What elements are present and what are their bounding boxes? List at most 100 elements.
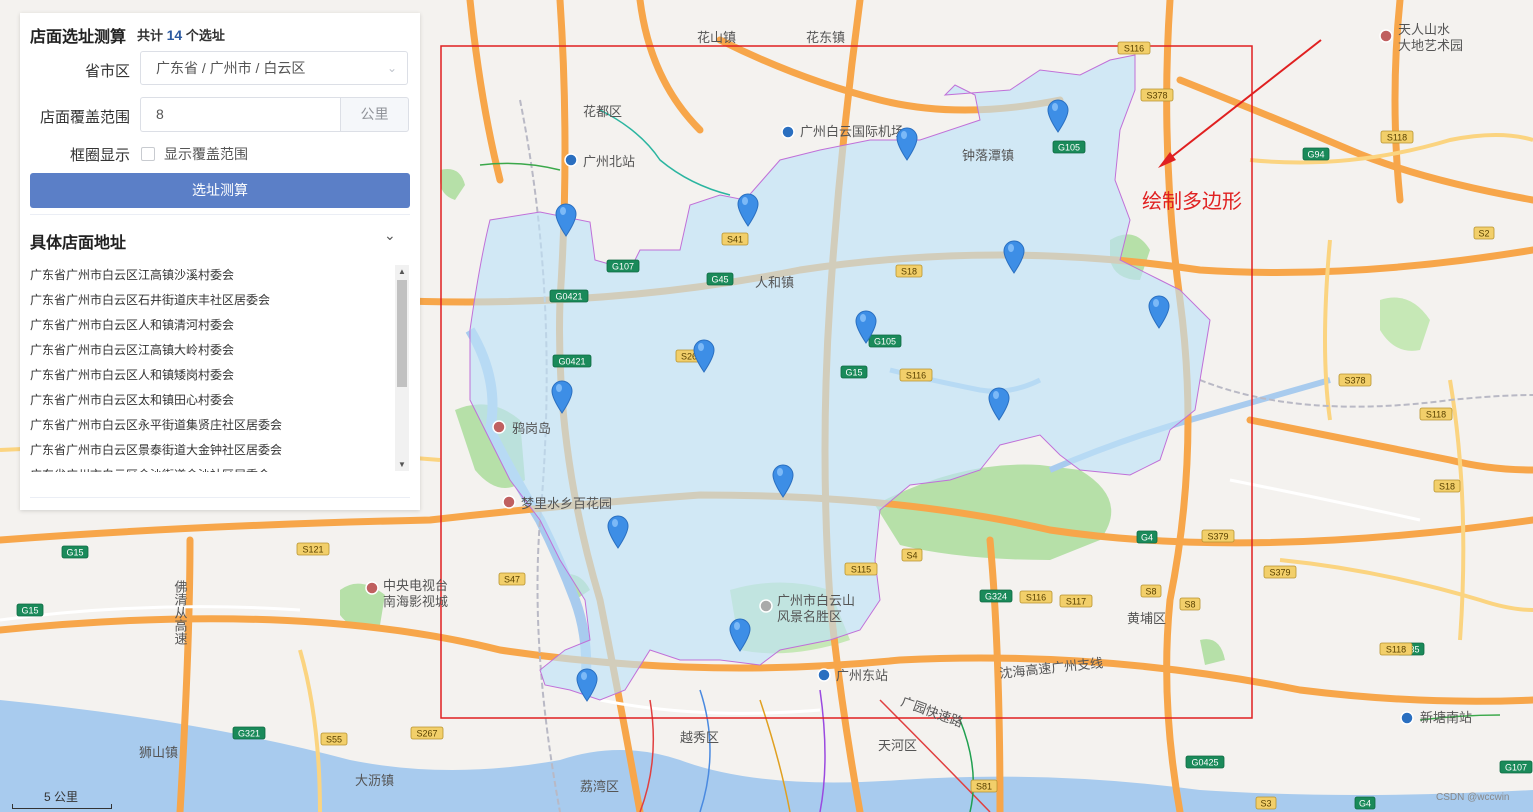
road-shield-label: S55	[326, 735, 342, 745]
road-shield-label: G107	[1505, 763, 1527, 773]
road-shield-label: G94	[1307, 150, 1324, 160]
road-shield: S115	[844, 562, 878, 576]
road-shield: G105	[1052, 140, 1086, 154]
address-list[interactable]: 广东省广州市白云区江高镇沙溪村委会 广东省广州市白云区石井街道庆丰社区居委会 广东省…	[30, 263, 408, 472]
road-shield: G15	[16, 603, 44, 617]
road-shield: G45	[706, 272, 734, 286]
scale-bar	[12, 804, 112, 809]
address-item[interactable]: 广东省广州市白云区金沙街道金沙社区居委会	[30, 463, 408, 472]
address-item[interactable]: 广东省广州市白云区石井街道庆丰社区居委会	[30, 288, 408, 313]
road-shield: G94	[1302, 147, 1330, 161]
road-shield-label: S8	[1184, 600, 1195, 610]
map-label: 花都区	[583, 104, 622, 119]
scroll-down-icon[interactable]: ▼	[398, 460, 406, 469]
map-label: 狮山镇	[139, 745, 178, 760]
road-shield-label: S117	[1066, 597, 1086, 607]
map-label: 人和镇	[755, 275, 794, 290]
poi-icon[interactable]	[492, 420, 506, 434]
range-input[interactable]: 8	[140, 97, 342, 132]
address-item[interactable]: 广东省广州市白云区江高镇沙溪村委会	[30, 263, 408, 288]
address-list-scrollbar[interactable]: ▲ ▼	[395, 265, 409, 471]
station-icon[interactable]	[564, 153, 578, 167]
road-shield: S116	[1019, 590, 1053, 604]
road-shield-label: G105	[874, 337, 896, 347]
road-shield: S8	[1179, 597, 1201, 611]
road-shield: S81	[970, 779, 998, 793]
airport-icon[interactable]	[781, 125, 795, 139]
road-shield-label: G15	[845, 368, 862, 378]
address-item[interactable]: 广东省广州市白云区人和镇清河村委会	[30, 313, 408, 338]
map-label: 大地艺术园	[1398, 38, 1463, 53]
circle-display-label: 框圈显示	[69, 147, 130, 164]
address-item[interactable]: 广东省广州市白云区人和镇矮岗村委会	[30, 363, 408, 388]
scroll-up-icon[interactable]: ▲	[398, 267, 406, 276]
road-shield: S379	[1201, 529, 1235, 543]
map-label: 花东镇	[806, 30, 845, 45]
address-item[interactable]: 广东省广州市白云区景泰街道大金钟社区居委会	[30, 438, 408, 463]
map-label: 风景名胜区	[777, 609, 842, 624]
poi-icon[interactable]	[1379, 29, 1393, 43]
road-shield-label: G15	[66, 548, 83, 558]
map-label: 天人山水	[1398, 22, 1450, 37]
map-label: 荔湾区	[580, 779, 619, 794]
road-shield: G4	[1354, 796, 1376, 810]
road-shield: G105	[868, 334, 902, 348]
poi-icon[interactable]	[502, 495, 516, 509]
poi-icon[interactable]	[759, 599, 773, 613]
address-item[interactable]: 广东省广州市白云区永平街道集贤庄社区居委会	[30, 413, 408, 438]
road-shield: S118	[1419, 407, 1453, 421]
map-label: 黄埔区	[1127, 611, 1166, 626]
road-shield: S18	[1433, 479, 1461, 493]
road-shield: S4	[901, 548, 923, 562]
poi-icon[interactable]	[365, 581, 379, 595]
road-shield-label: S18	[1439, 482, 1455, 492]
draw-polygon-annotation: 绘制多边形	[1142, 191, 1242, 213]
show-coverage-label[interactable]: 显示覆盖范围	[164, 144, 248, 164]
road-shield-label: G321	[238, 729, 260, 739]
map-label: 梦里水乡百花园	[521, 496, 612, 511]
collapse-chevron-icon[interactable]: ⌄	[384, 227, 396, 244]
map-label: 广州北站	[583, 154, 635, 169]
road-shield-label: S47	[504, 575, 520, 585]
road-shield-label: S41	[727, 235, 743, 245]
road-shield: S121	[296, 542, 330, 556]
road-shield-label: S118	[1387, 133, 1407, 143]
road-shield-label: S267	[416, 729, 437, 739]
scale-label: 5 公里	[44, 790, 79, 804]
road-shield-label: S115	[851, 565, 871, 575]
road-shield-label: G4	[1359, 799, 1371, 809]
site-count-number: 14	[166, 27, 183, 43]
road-shield: S55	[320, 732, 348, 746]
road-shield: G15	[61, 545, 89, 559]
road-shield: S117	[1059, 594, 1093, 608]
road-shield: S2	[1473, 226, 1495, 240]
road-shield-label: G15	[21, 606, 38, 616]
road-shield: G107	[1499, 760, 1533, 774]
road-shield: S118	[1379, 642, 1413, 656]
station-icon[interactable]	[817, 668, 831, 682]
road-shield: G324	[979, 589, 1013, 603]
show-coverage-checkbox[interactable]	[141, 147, 155, 161]
road-shield: S41	[721, 232, 749, 246]
road-shield: G4	[1136, 530, 1158, 544]
road-shield: S8	[1140, 584, 1162, 598]
calculate-button[interactable]: 选址测算	[30, 173, 410, 208]
addresses-title[interactable]: 具体店面地址	[30, 229, 126, 253]
range-unit: 公里	[340, 97, 409, 132]
station-icon[interactable]	[1400, 711, 1414, 725]
map-label: 广州白云国际机场	[800, 124, 904, 139]
road-shield: G0425	[1185, 755, 1225, 769]
address-item[interactable]: 广东省广州市白云区太和镇田心村委会	[30, 388, 408, 413]
map-label: 佛清从高速	[173, 580, 188, 645]
map-label: 中央电视台	[383, 578, 448, 593]
road-shield-label: S81	[976, 782, 992, 792]
road-shield: S378	[1338, 373, 1372, 387]
road-shield: G0421	[549, 289, 589, 303]
scrollbar-thumb[interactable]	[397, 280, 407, 387]
road-shield-label: S121	[302, 545, 323, 555]
road-shield-label: G45	[711, 275, 728, 285]
address-item[interactable]: 广东省广州市白云区江高镇大岭村委会	[30, 338, 408, 363]
road-shield-label: S118	[1386, 645, 1406, 655]
road-shield-label: S3	[1260, 799, 1271, 809]
region-cascader[interactable]: 广东省 / 广州市 / 白云区 ⌄	[140, 51, 408, 85]
